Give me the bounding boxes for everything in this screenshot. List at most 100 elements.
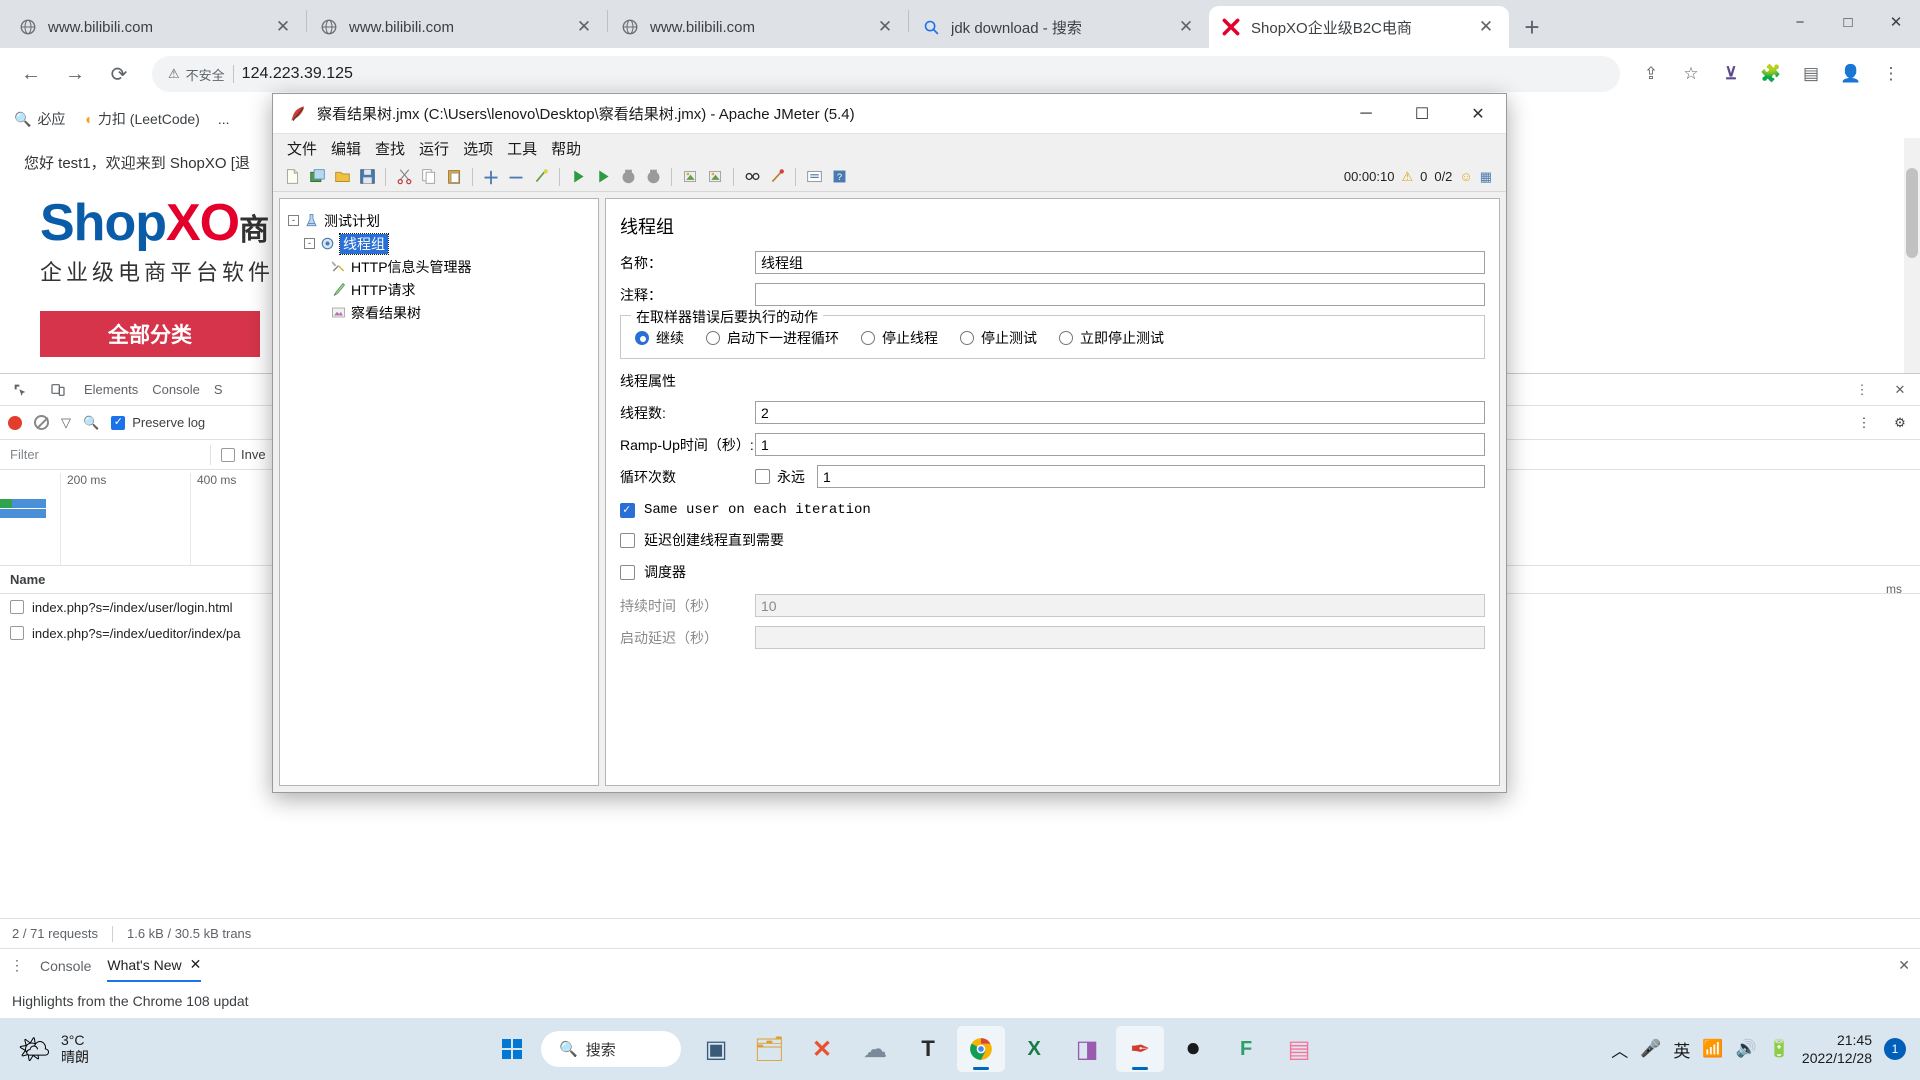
jmeter-maximize-button[interactable]: ☐ <box>1394 94 1450 134</box>
jmeter-close-button[interactable]: ✕ <box>1450 94 1506 134</box>
delay-thread-creation-checkbox[interactable] <box>620 532 635 548</box>
close-icon[interactable]: ✕ <box>1888 378 1912 402</box>
menu-tools[interactable]: 工具 <box>507 138 537 159</box>
menu-file[interactable]: 文件 <box>287 138 317 159</box>
show-hidden-icons[interactable]: ︿ <box>1611 1037 1628 1062</box>
tab-close-icon[interactable]: ✕ <box>1175 16 1197 38</box>
file-explorer-icon[interactable]: 🗂 <box>745 1026 793 1072</box>
browser-tab-4[interactable]: ShopXO企业级B2C电商 ✕ <box>1209 6 1509 48</box>
microphone-icon[interactable]: 🎤 <box>1640 1039 1661 1059</box>
tree-node-view-results-tree[interactable]: 察看结果树 <box>286 301 592 324</box>
radio-indicator[interactable] <box>960 331 974 345</box>
radio-start-next-loop[interactable]: 启动下一进程循环 <box>706 328 839 348</box>
radio-stop-test[interactable]: 停止测试 <box>960 328 1037 348</box>
volume-icon[interactable]: 🔊 <box>1736 1039 1757 1059</box>
tree-node-test-plan[interactable]: - 测试计划 <box>286 209 592 232</box>
radio-stop-thread[interactable]: 停止线程 <box>861 328 938 348</box>
more-vertical-icon[interactable]: ⋮ <box>1852 411 1876 435</box>
search-icon[interactable]: 🔍 <box>83 415 99 431</box>
battery-icon[interactable]: 🔋 <box>1769 1039 1790 1059</box>
scheduler-row[interactable]: 调度器 <box>620 562 1485 582</box>
side-panel-icon[interactable]: ▤ <box>1794 57 1828 91</box>
drawer-tab-whats-new[interactable]: What's New ✕ <box>107 949 202 982</box>
function-helper-icon[interactable] <box>803 166 825 188</box>
new-icon[interactable] <box>281 166 303 188</box>
toggle-icon[interactable] <box>530 166 552 188</box>
close-icon[interactable]: ✕ <box>190 956 202 973</box>
radio-indicator[interactable] <box>635 331 649 345</box>
test-plan-tree[interactable]: - 测试计划 - 线程组 HTTP信息头管理器 HTTP请求 察看结果树 <box>279 198 599 786</box>
photos-icon[interactable]: ◨ <box>1063 1026 1111 1072</box>
clear-icon[interactable] <box>34 415 49 430</box>
record-icon[interactable] <box>8 415 22 430</box>
excel-icon[interactable]: X <box>1010 1026 1058 1072</box>
expand-icon[interactable]: ＋ <box>480 166 502 188</box>
windows-start-icon[interactable] <box>488 1026 536 1072</box>
invert-checkbox[interactable] <box>221 447 235 462</box>
loop-count-input[interactable]: 1 <box>817 465 1485 488</box>
menu-search[interactable]: 查找 <box>375 138 405 159</box>
browser-tab-0[interactable]: www.bilibili.com ✕ <box>6 6 306 48</box>
tab-close-icon[interactable]: ✕ <box>874 16 896 38</box>
cloud-app-icon[interactable]: ☁ <box>851 1026 899 1072</box>
tree-toggle-icon[interactable]: - <box>304 238 315 249</box>
radio-indicator[interactable] <box>861 331 875 345</box>
cut-icon[interactable] <box>393 166 415 188</box>
radio-indicator[interactable] <box>1059 331 1073 345</box>
warning-triangle-icon[interactable]: ⚠ <box>1401 169 1413 185</box>
devtools-tab-sources[interactable]: S <box>214 382 223 397</box>
chrome-icon[interactable] <box>957 1026 1006 1072</box>
bookmark-leetcode[interactable]: ◖ 力扣 (LeetCode) <box>83 109 199 129</box>
gear-icon[interactable]: ⚙ <box>1888 411 1912 435</box>
new-tab-button[interactable]: + <box>1515 10 1549 44</box>
open-icon[interactable] <box>331 166 353 188</box>
maximize-button[interactable]: □ <box>1824 0 1872 44</box>
radio-indicator[interactable] <box>706 331 720 345</box>
notification-badge[interactable]: 1 <box>1884 1038 1906 1060</box>
same-user-row[interactable]: Same user on each iteration <box>620 502 1485 518</box>
tab-close-icon[interactable]: ✕ <box>573 16 595 38</box>
devtools-tab-console[interactable]: Console <box>152 382 200 397</box>
bookmark-bing[interactable]: 🔍 必应 <box>14 109 65 129</box>
copy-icon[interactable] <box>418 166 440 188</box>
menu-help[interactable]: 帮助 <box>551 138 581 159</box>
back-button[interactable]: ← <box>12 55 50 93</box>
devtools-tab-elements[interactable]: Elements <box>84 382 138 397</box>
row-checkbox[interactable] <box>10 626 24 640</box>
save-icon[interactable] <box>356 166 378 188</box>
row-checkbox[interactable] <box>10 600 24 614</box>
preserve-log-toggle[interactable]: Preserve log <box>111 415 205 430</box>
reload-button[interactable]: ⟳ <box>100 55 138 93</box>
name-input[interactable]: 线程组 <box>755 251 1485 274</box>
device-toolbar-icon[interactable] <box>46 378 70 402</box>
close-icon[interactable]: ✕ <box>1898 957 1910 974</box>
comment-input[interactable] <box>755 283 1485 306</box>
ramp-up-input[interactable]: 1 <box>755 433 1485 456</box>
star-icon[interactable]: ☆ <box>1674 57 1708 91</box>
puzzle-icon[interactable]: 🧩 <box>1754 57 1788 91</box>
menu-edit[interactable]: 编辑 <box>331 138 361 159</box>
more-menu-icon[interactable]: ⋮ <box>1874 57 1908 91</box>
loop-forever-checkbox[interactable] <box>755 469 770 484</box>
taskbar-search[interactable]: 🔍 搜索 <box>541 1031 682 1067</box>
close-button[interactable]: ✕ <box>1872 0 1920 44</box>
thread-count-input[interactable]: 2 <box>755 401 1485 424</box>
help-icon[interactable]: ? <box>828 166 850 188</box>
forward-button[interactable]: → <box>56 55 94 93</box>
not-secure-indicator[interactable]: ⚠ 不安全 <box>168 65 225 84</box>
scheduler-checkbox[interactable] <box>620 564 635 580</box>
more-vertical-icon[interactable]: ⋮ <box>1850 378 1874 402</box>
minimize-button[interactable]: − <box>1776 0 1824 44</box>
taskbar-clock[interactable]: 21:45 2022/12/28 <box>1802 1031 1872 1067</box>
jmeter-minimize-button[interactable]: ─ <box>1338 94 1394 134</box>
weather-widget[interactable]: 🌤 3°C 晴朗 <box>0 1032 200 1067</box>
bilibili-icon[interactable]: ▤ <box>1275 1026 1323 1072</box>
preserve-log-checkbox[interactable] <box>111 415 126 430</box>
start-no-timers-icon[interactable] <box>592 166 614 188</box>
tab-close-icon[interactable]: ✕ <box>1475 16 1497 38</box>
same-user-checkbox[interactable] <box>620 502 635 518</box>
feishu-icon[interactable]: F <box>1222 1026 1270 1072</box>
search-reset-icon[interactable] <box>766 166 788 188</box>
more-vertical-icon[interactable]: ⋮ <box>10 957 24 974</box>
jmeter-icon[interactable]: ✒ <box>1116 1026 1165 1072</box>
